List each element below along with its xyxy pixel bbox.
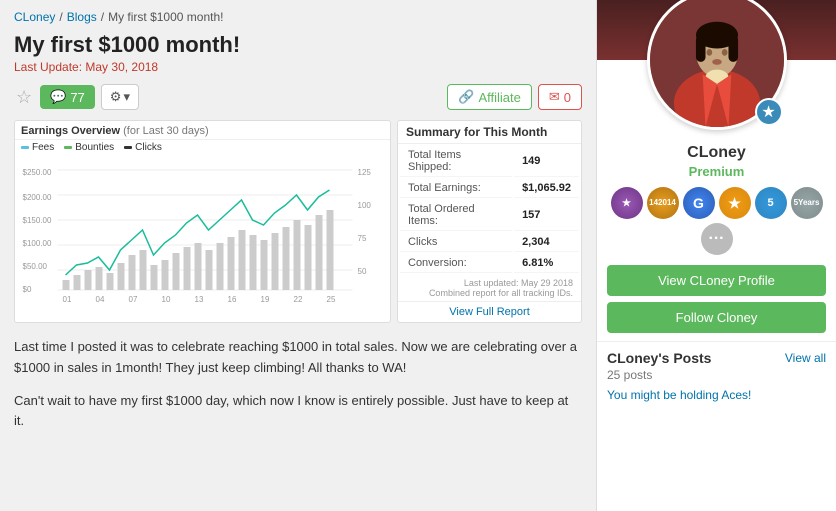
summary-value: $1,065.92	[514, 179, 579, 198]
summary-footer: Last updated: May 29 2018 Combined repor…	[398, 275, 581, 301]
badge-item: ★	[611, 187, 643, 219]
badge-item: 142014	[647, 187, 679, 219]
svg-text:01: 01	[63, 295, 72, 304]
summary-value: 157	[514, 200, 579, 231]
sidebar-level: Premium	[607, 164, 826, 179]
chart-area: Earnings Overview (for Last 30 days) Fee…	[14, 120, 582, 323]
svg-text:19: 19	[261, 295, 270, 304]
earnings-chart: Earnings Overview (for Last 30 days) Fee…	[14, 120, 391, 323]
page-title: My first $1000 month!	[14, 32, 582, 58]
chart-svg: $250.00 $200.00 $150.00 $100.00 $50.00 $…	[15, 155, 390, 305]
follow-button[interactable]: Follow Cloney	[607, 302, 826, 333]
affiliate-button[interactable]: 🔗 Affiliate	[447, 84, 532, 110]
dropdown-arrow: ▾	[123, 89, 130, 105]
toolbar-left: ☆ 💬 77 ⚙ ▾	[14, 84, 139, 110]
svg-text:100: 100	[358, 201, 372, 210]
avatar-wrapper: ★	[647, 0, 787, 130]
affiliate-label: Affiliate	[478, 90, 520, 105]
summary-label: Total Items Shipped:	[400, 146, 512, 177]
svg-text:04: 04	[96, 295, 105, 304]
star-button[interactable]: ☆	[14, 85, 34, 110]
summary-title: Summary for This Month	[398, 121, 581, 144]
svg-text:75: 75	[358, 234, 367, 243]
summary-label: Total Ordered Items:	[400, 200, 512, 231]
svg-text:16: 16	[228, 295, 237, 304]
badge-item: G	[683, 187, 715, 219]
breadcrumb-user[interactable]: CLoney	[14, 10, 55, 24]
svg-text:22: 22	[294, 295, 303, 304]
summary-value: 149	[514, 146, 579, 177]
summary-panel: Summary for This Month Total Items Shipp…	[397, 120, 582, 323]
table-row: Total Earnings: $1,065.92	[400, 179, 579, 198]
svg-text:$0: $0	[23, 285, 32, 294]
svg-text:$100.00: $100.00	[23, 239, 52, 248]
posts-header: CLoney's Posts View all	[607, 350, 826, 366]
chart-legend: Fees Bounties Clicks	[15, 140, 390, 155]
summary-value: 2,304	[514, 233, 579, 252]
table-row: Total Ordered Items: 157	[400, 200, 579, 231]
summary-label: Conversion:	[400, 254, 512, 273]
comment-button[interactable]: 💬 77	[40, 85, 95, 109]
view-profile-button[interactable]: View CLoney Profile	[607, 265, 826, 296]
summary-label: Clicks	[400, 233, 512, 252]
last-update: Last Update: May 30, 2018	[14, 60, 582, 74]
posts-count: 25 posts	[607, 368, 826, 382]
table-row: Clicks 2,304	[400, 233, 579, 252]
comment-count: 77	[70, 90, 84, 105]
svg-text:125: 125	[358, 168, 372, 177]
posts-title: CLoney's Posts	[607, 350, 711, 366]
table-row: Total Items Shipped: 149	[400, 146, 579, 177]
mail-button[interactable]: ✉ 0	[538, 84, 582, 110]
breadcrumb-sep2: /	[101, 10, 104, 24]
summary-table: Total Items Shipped: 149 Total Earnings:…	[398, 144, 581, 275]
svg-text:$200.00: $200.00	[23, 193, 52, 202]
table-row: Conversion: 6.81%	[400, 254, 579, 273]
mail-icon: ✉	[549, 89, 560, 105]
blog-para-2: Can't wait to have my first $1000 day, w…	[14, 391, 582, 433]
summary-value: 6.81%	[514, 254, 579, 273]
breadcrumb: CLoney / Blogs / My first $1000 month!	[14, 10, 582, 24]
breadcrumb-blogs[interactable]: Blogs	[67, 10, 97, 24]
summary-label: Total Earnings:	[400, 179, 512, 198]
blog-content: Last time I posted it was to celebrate r…	[14, 337, 582, 432]
svg-text:07: 07	[129, 295, 138, 304]
svg-text:$50.00: $50.00	[23, 262, 48, 271]
post-link[interactable]: You might be holding Aces!	[607, 388, 826, 402]
svg-text:10: 10	[162, 295, 171, 304]
badges-row: ★ 142014 G ★ 5 5Years ···	[607, 187, 826, 255]
view-full-report-link[interactable]: View Full Report	[398, 301, 581, 322]
chart-title: Earnings Overview (for Last 30 days)	[15, 121, 390, 140]
bounties-legend: Bounties	[64, 142, 114, 153]
link-icon: 🔗	[458, 89, 474, 105]
toolbar-right: 🔗 Affiliate ✉ 0	[447, 84, 582, 110]
settings-button[interactable]: ⚙ ▾	[101, 84, 139, 110]
badge-item: 5Years	[791, 187, 823, 219]
posts-section: CLoney's Posts View all 25 posts You mig…	[597, 341, 836, 410]
svg-text:50: 50	[358, 267, 367, 276]
sidebar-username: CLoney	[607, 144, 826, 162]
svg-text:$150.00: $150.00	[23, 216, 52, 225]
comment-icon: 💬	[50, 89, 66, 105]
sidebar: ★ CLoney Premium ★ 142014 G ★ 5 5Years ·…	[596, 0, 836, 511]
badge-item: 5	[755, 187, 787, 219]
more-badges-button[interactable]: ···	[701, 223, 733, 255]
svg-text:25: 25	[327, 295, 336, 304]
toolbar: ☆ 💬 77 ⚙ ▾ 🔗 Affiliate ✉ 0	[14, 84, 582, 110]
blog-para-1: Last time I posted it was to celebrate r…	[14, 337, 582, 379]
badge-item: ★	[719, 187, 751, 219]
fees-legend: Fees	[21, 142, 54, 153]
view-all-link[interactable]: View all	[785, 351, 826, 365]
clicks-legend: Clicks	[124, 142, 162, 153]
mail-count: 0	[564, 90, 571, 105]
gear-icon: ⚙	[110, 89, 122, 105]
svg-text:13: 13	[195, 295, 204, 304]
avatar-star-badge: ★	[755, 98, 783, 126]
svg-text:$250.00: $250.00	[23, 168, 52, 177]
breadcrumb-current: My first $1000 month!	[108, 10, 223, 24]
breadcrumb-sep1: /	[59, 10, 62, 24]
